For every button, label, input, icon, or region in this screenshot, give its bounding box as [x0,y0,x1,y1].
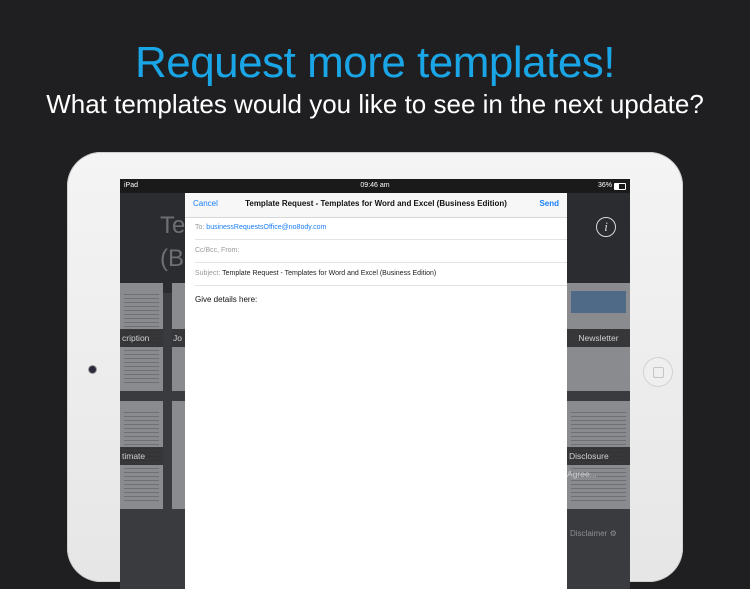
subheadline: What templates would you like to see in … [46,89,704,119]
to-recipient[interactable]: businessRequestsOffice@no8ody.com [206,224,326,231]
to-label: To: [195,224,205,231]
template-tile[interactable]: Jo [172,283,185,391]
ipad-screen: iPad 09:46 am 36% Te (B i cription Jo Ne… [120,179,630,589]
mail-title: Template Request - Templates for Word an… [245,199,507,208]
template-tile[interactable]: timate [120,401,163,509]
mail-nav-bar: Cancel Template Request - Templates for … [185,193,567,218]
status-battery-percent: 36% [597,182,612,189]
status-bar: iPad 09:46 am 36% [120,179,630,193]
ipad-frame: iPad 09:46 am 36% Te (B i cription Jo Ne… [67,152,683,589]
template-tile-label: Newsletter [567,329,630,347]
subject-field[interactable]: Subject: Template Request - Templates fo… [195,263,567,286]
mail-body[interactable]: Give details here: [195,295,257,304]
background-subtitle-fragment: (B [160,245,184,272]
mail-compose-sheet: Cancel Template Request - Templates for … [185,193,567,589]
template-tile[interactable]: cription [120,283,163,391]
disclaimer-link[interactable]: Disclaimer ⚙ [570,529,617,538]
template-tile-label: cription [120,329,163,347]
background-title-fragment: Te [160,212,186,239]
info-icon[interactable]: i [596,217,616,237]
battery-icon [614,183,626,190]
subject-value[interactable]: Template Request - Templates for Word an… [222,270,436,277]
headline: Request more templates! [134,38,616,87]
template-tile-label: Jo [172,329,185,347]
template-tile-label: Disclosure Agree... [567,447,630,479]
cc-bcc-field[interactable]: Cc/Bcc, From: [195,240,567,263]
template-tile-label: timate [120,447,163,465]
gear-icon: ⚙ [609,529,617,538]
camera-icon [89,366,96,373]
subject-label: Subject: [195,270,221,277]
send-button[interactable]: Send [539,199,559,208]
to-field[interactable]: To: businessRequestsOffice@no8ody.com [195,217,567,240]
template-tile[interactable]: Disclosure Agree... [567,401,630,509]
cc-bcc-label: Cc/Bcc, From: [195,247,240,254]
template-tile[interactable] [172,401,185,509]
status-time: 09:46 am [360,182,390,189]
home-button[interactable] [644,358,672,386]
template-tile[interactable]: Newsletter [567,283,630,391]
